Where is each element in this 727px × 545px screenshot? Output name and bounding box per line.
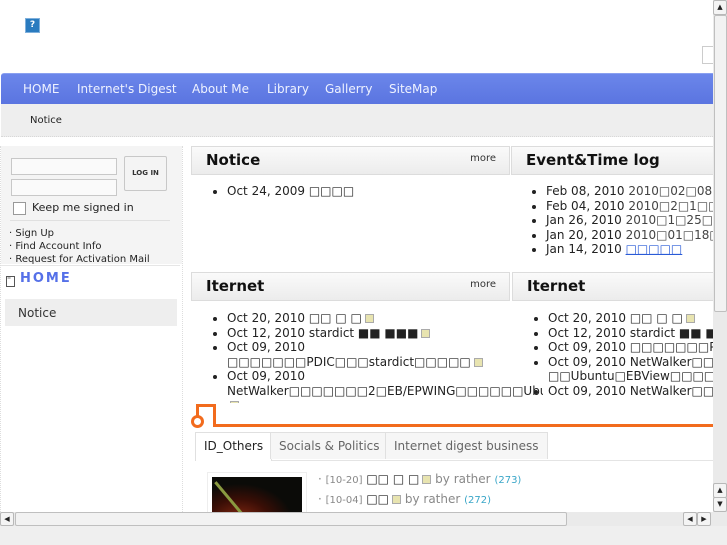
internet-left-more-link[interactable]: more — [470, 279, 496, 290]
list-item[interactable]: Feb 08, 2010 2010□02□08□□2 — [546, 184, 713, 199]
list-item[interactable]: Oct 24, 2009 □□□□ — [227, 184, 507, 199]
account-links: · Sign Up · Find Account Info · Request … — [9, 227, 150, 266]
sub-nav: Notice — [1, 104, 713, 137]
page-viewport: ? HOME Internet's Digest About Me Librar… — [0, 0, 713, 512]
nav-home[interactable]: HOME — [23, 82, 59, 96]
internet-left-title: Iternet — [206, 277, 265, 295]
list-item[interactable]: Oct 09, 2010 □□□□□□□PDIC□□□ — [548, 340, 713, 355]
help-icon[interactable]: ? — [25, 18, 40, 33]
scroll-right-button[interactable]: ▶ — [697, 512, 711, 526]
scroll-left-button[interactable]: ◀ — [0, 512, 14, 526]
nav-about-me[interactable]: About Me — [192, 82, 249, 96]
document-icon: ≡ — [6, 276, 15, 287]
sign-up-link[interactable]: · Sign Up — [9, 227, 150, 240]
scroll-left-button-right[interactable]: ◀ — [683, 512, 697, 526]
sidebar-item-label: Notice — [18, 306, 57, 320]
notice-title: Notice — [206, 151, 261, 169]
list-item[interactable]: Oct 12, 2010 stardict ■■ ■■ — [548, 326, 713, 341]
password-input[interactable] — [11, 179, 117, 196]
internet-right-header: Iternet — [512, 272, 713, 301]
horizontal-scroll-thumb[interactable] — [15, 512, 567, 526]
list-item[interactable]: Oct 09, 2010 NetWalker□□□□□ — [548, 384, 713, 399]
attachment-icon — [230, 401, 239, 403]
vertical-scrollbar[interactable]: ▲ ▲ ▼ — [713, 0, 727, 512]
keep-signed-in-checkbox[interactable] — [13, 202, 26, 215]
list-item[interactable]: Oct 09, 2010 NetWalker□□□□□□□2□EB/EPWING… — [227, 369, 543, 403]
nav-library[interactable]: Library — [267, 82, 309, 96]
attachment-icon — [685, 314, 695, 323]
vertical-scroll-thumb[interactable] — [714, 15, 727, 312]
list-item[interactable]: Oct 09, 2010 □□□□□□□PDIC□□□stardict□□□□□ — [227, 340, 543, 369]
scroll-up-button-lower[interactable]: ▲ — [713, 483, 727, 498]
tab-socials-politics[interactable]: Socials & Politics — [270, 432, 389, 459]
attachment-icon — [364, 314, 374, 323]
tab-internet-digest-business[interactable]: Internet digest business — [385, 432, 548, 459]
event-log-list: Feb 08, 2010 2010□02□08□□2 Feb 04, 2010 … — [510, 184, 713, 257]
content-tabs: ID_Others Socials & Politics Internet di… — [195, 432, 713, 461]
internet-right-title: Iternet — [527, 277, 586, 295]
internet-right-list: Oct 20, 2010 □□ □ □ Oct 12, 2010 stardic… — [512, 311, 713, 403]
attachment-icon — [422, 475, 432, 484]
orange-node-icon — [191, 415, 204, 428]
attachment-icon — [392, 495, 402, 504]
nav-gallery[interactable]: Gallerry — [325, 82, 372, 96]
notice-more-link[interactable]: more — [470, 153, 496, 164]
internet-left-list: Oct 20, 2010 □□ □ □ Oct 12, 2010 stardic… — [191, 311, 543, 403]
recent-post[interactable]: · [10-04] □□ by rather (272) — [318, 492, 491, 506]
nav-sitemap[interactable]: SiteMap — [389, 82, 437, 96]
horizontal-scrollbar[interactable]: ◀ ◀ ▶ — [0, 512, 727, 526]
list-item[interactable]: Oct 20, 2010 □□ □ □ — [227, 311, 543, 326]
internet-left-header: Iternet more — [191, 272, 510, 301]
list-item[interactable]: Jan 20, 2010 2010□01□18□□2 — [546, 228, 713, 243]
list-item[interactable]: Feb 04, 2010 2010□2□1□□201 — [546, 199, 713, 214]
main-nav: HOME Internet's Digest About Me Library … — [1, 73, 713, 105]
list-item[interactable]: Jan 26, 2010 2010□1□25□□20 — [546, 213, 713, 228]
login-divider — [10, 220, 170, 221]
nav-internets-digest[interactable]: Internet's Digest — [77, 82, 177, 96]
sidebar-home-heading[interactable]: ≡ HOME — [1, 265, 180, 295]
list-item[interactable]: Oct 12, 2010 stardict ■■ ■■■ — [227, 326, 543, 341]
recent-post[interactable]: · [10-20] □□ □ □ by rather (273) — [318, 472, 521, 486]
notice-list: Oct 24, 2009 □□□□ — [191, 184, 507, 199]
keep-signed-in-label: Keep me signed in — [32, 201, 134, 214]
list-item[interactable]: Oct 09, 2010 NetWalker□□□□□□□Ubuntu□EBVi… — [548, 355, 713, 384]
find-account-link[interactable]: · Find Account Info — [9, 240, 150, 253]
orange-divider — [215, 424, 713, 427]
attachment-icon — [473, 357, 483, 367]
search-input[interactable] — [702, 46, 713, 64]
thumbnail-image[interactable] — [207, 472, 307, 512]
event-log-header: Event&Time log — [511, 146, 713, 175]
sidebar-item-notice[interactable]: Notice — [5, 299, 177, 326]
tab-id-others[interactable]: ID_Others — [195, 432, 273, 461]
scroll-down-button[interactable]: ▼ — [713, 497, 727, 512]
list-item[interactable]: Jan 14, 2010 □□□□□ — [546, 242, 713, 257]
username-input[interactable] — [11, 158, 117, 175]
login-button[interactable]: LOG IN — [124, 156, 167, 191]
list-item[interactable]: Oct 20, 2010 □□ □ □ — [548, 311, 713, 326]
event-log-title: Event&Time log — [526, 151, 660, 169]
attachment-icon — [421, 328, 431, 338]
scroll-up-button[interactable]: ▲ — [713, 0, 727, 15]
notice-header: Notice more — [191, 146, 510, 175]
subnav-notice[interactable]: Notice — [30, 115, 62, 126]
sidebar-home-label: HOME — [20, 271, 72, 286]
